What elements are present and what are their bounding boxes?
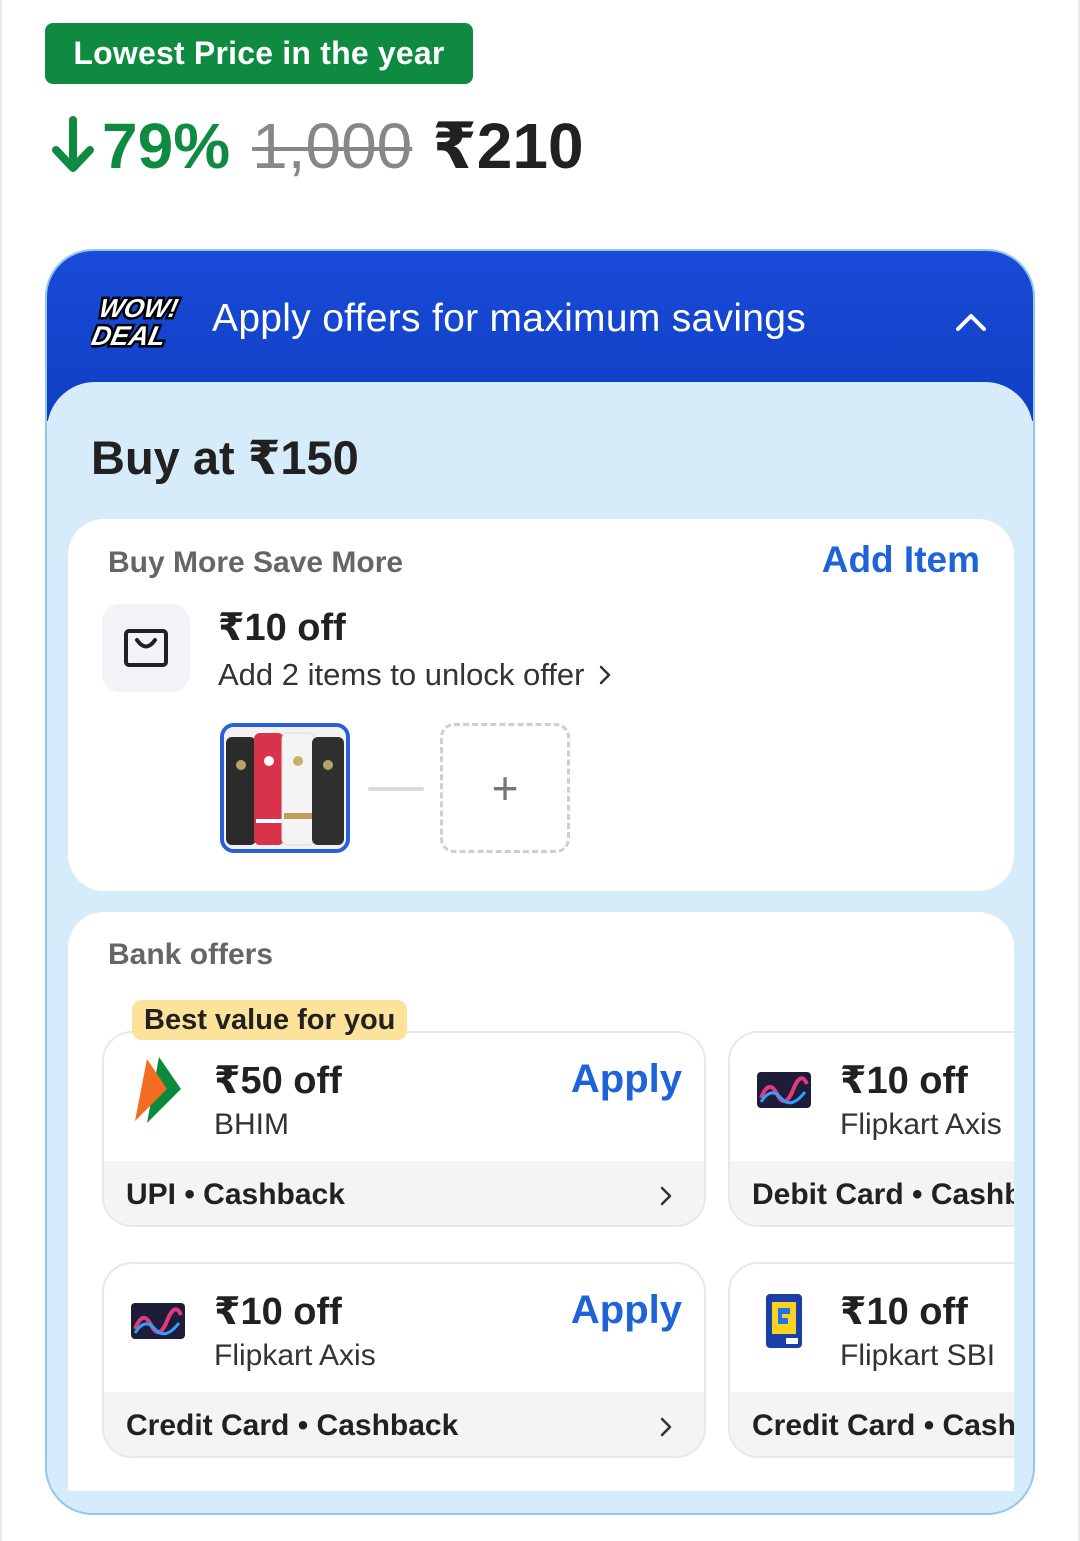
apply-button[interactable]: Apply bbox=[571, 1288, 682, 1333]
offer-type-text: Credit Card • Cashback bbox=[126, 1409, 459, 1442]
arrow-down-icon bbox=[52, 116, 94, 172]
offer-amount: ₹50 off bbox=[214, 1060, 342, 1102]
offer-bank-name: Flipkart Axis bbox=[214, 1339, 376, 1372]
deodorant-product-image bbox=[224, 727, 346, 849]
offers-card: WOW! DEAL Apply offers for maximum savin… bbox=[45, 249, 1035, 1515]
offer-type-row[interactable]: Credit Card • Cashback bbox=[730, 1392, 1014, 1456]
offer-bank-name: Flipkart Axis bbox=[840, 1108, 1002, 1141]
final-price: ₹210 bbox=[432, 109, 584, 182]
offer-type-text: Credit Card • Cashback bbox=[752, 1409, 1014, 1442]
offer-amount: ₹10 off bbox=[840, 1291, 968, 1333]
wow-deal-logo: WOW! DEAL bbox=[91, 293, 184, 351]
offer-type-row[interactable]: UPI • Cashback bbox=[104, 1161, 704, 1225]
chevron-right-icon bbox=[660, 1417, 672, 1437]
offer-amount: ₹10 off bbox=[214, 1291, 342, 1333]
wow-logo-line2: DEAL bbox=[91, 320, 169, 351]
offers-body: Buy at ₹150 Buy More Save More Add Item … bbox=[47, 382, 1033, 1513]
add-item-button[interactable]: Add Item bbox=[822, 539, 980, 581]
lowest-price-badge: Lowest Price in the year bbox=[45, 23, 473, 84]
left-edge bbox=[0, 0, 2, 1541]
offer-type-row[interactable]: Credit Card • Cashback bbox=[104, 1392, 704, 1456]
bank-offer-tile-axis-debit[interactable]: ₹10 off Flipkart Axis Debit Card • Cashb… bbox=[728, 1031, 1014, 1227]
offer-type-text: Debit Card • Cashback bbox=[752, 1178, 1014, 1211]
tile-top: ₹10 off Flipkart Axis Apply bbox=[104, 1264, 704, 1392]
offer-bank-name: Flipkart SBI bbox=[840, 1339, 996, 1372]
best-value-badge: Best value for you bbox=[132, 1000, 408, 1040]
tile-top: ₹10 off Flipkart Axis bbox=[730, 1033, 1014, 1161]
shopping-bag-icon bbox=[124, 629, 168, 667]
buy-at-price: Buy at ₹150 bbox=[91, 431, 359, 484]
bag-icon-box bbox=[102, 604, 190, 692]
axis-card-icon bbox=[128, 1286, 188, 1356]
bmsm-title: Buy More Save More bbox=[108, 546, 404, 579]
sbi-card-icon bbox=[754, 1286, 814, 1356]
item-connector-line bbox=[368, 787, 424, 791]
bank-offers-card: Bank offers Best value for you ₹50 off B… bbox=[68, 912, 1014, 1491]
tile-top: ₹10 off Flipkart SBI bbox=[730, 1264, 1014, 1392]
apply-button[interactable]: Apply bbox=[571, 1057, 682, 1102]
offers-header-title: Apply offers for maximum savings bbox=[212, 297, 807, 340]
original-price: 1,000 bbox=[252, 110, 413, 182]
offer-amount: ₹10 off bbox=[840, 1060, 968, 1102]
discount-percent: 79% bbox=[102, 110, 231, 182]
buy-more-save-more-card: Buy More Save More Add Item ₹10 off Add … bbox=[68, 519, 1014, 891]
add-item-slot[interactable]: + bbox=[440, 723, 570, 853]
bmsm-unlock-text: Add 2 items to unlock offer bbox=[218, 657, 585, 692]
product-thumbnail[interactable] bbox=[220, 723, 350, 853]
tile-top: ₹50 off BHIM Apply bbox=[104, 1033, 704, 1161]
bhim-logo-icon bbox=[128, 1055, 188, 1125]
bmsm-unlock-link[interactable]: Add 2 items to unlock offer bbox=[218, 657, 612, 693]
chevron-right-icon bbox=[600, 665, 611, 685]
bank-offers-title: Bank offers bbox=[108, 938, 274, 971]
chevron-right-icon bbox=[660, 1186, 672, 1206]
bank-offer-tile-sbi-credit[interactable]: ₹10 off Flipkart SBI Credit Card • Cashb… bbox=[728, 1262, 1014, 1458]
price-row: 79% 1,000 ₹210 bbox=[48, 104, 584, 188]
bank-offer-tile-axis-credit[interactable]: ₹10 off Flipkart Axis Apply Credit Card … bbox=[102, 1262, 706, 1458]
chevron-up-icon[interactable] bbox=[954, 307, 988, 337]
offer-bank-name: BHIM bbox=[214, 1108, 289, 1141]
bmsm-offer-amount: ₹10 off bbox=[218, 607, 346, 649]
offer-type-row[interactable]: Debit Card • Cashback bbox=[730, 1161, 1014, 1225]
wow-logo-line1: WOW! bbox=[97, 293, 181, 323]
offer-type-text: UPI • Cashback bbox=[126, 1178, 345, 1211]
bank-offer-tile-bhim[interactable]: ₹50 off BHIM Apply UPI • Cashback bbox=[102, 1031, 706, 1227]
axis-card-icon bbox=[754, 1055, 814, 1125]
